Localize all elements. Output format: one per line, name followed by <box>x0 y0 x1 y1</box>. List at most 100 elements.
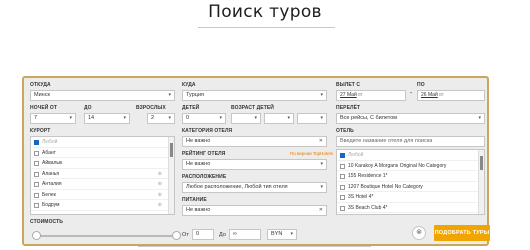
checkbox-icon[interactable] <box>34 140 39 145</box>
nights-from-select[interactable]: 7 ▾ <box>30 113 76 124</box>
scrollbar[interactable] <box>478 150 484 214</box>
child-age-3-select[interactable]: ▾ <box>297 113 327 124</box>
to-value: Турция <box>186 92 204 98</box>
checkbox-icon[interactable] <box>340 153 345 158</box>
currency-value: BYN <box>271 231 283 237</box>
date-to-field[interactable]: 26 Май вт <box>417 90 485 101</box>
list-item[interactable]: Белек ⊕ <box>31 190 174 201</box>
chevron-down-icon: ▾ <box>287 115 290 121</box>
checkbox-icon[interactable] <box>340 184 345 190</box>
scrollbar[interactable] <box>168 137 174 214</box>
checkbox-icon[interactable] <box>340 163 345 169</box>
resort-name: Любой <box>42 139 58 145</box>
category-select[interactable]: Не важно ✕ <box>182 136 327 147</box>
checkbox-icon[interactable] <box>340 205 345 211</box>
children-select[interactable]: 0 ▾ <box>182 113 226 124</box>
expand-icon[interactable]: ⊕ <box>158 190 162 201</box>
bottom-divider <box>138 246 371 247</box>
expand-icon[interactable]: ⊕ <box>158 200 162 211</box>
category-label: КАТЕГОРИЯ ОТЕЛЯ <box>182 128 233 134</box>
location-select[interactable]: Любое расположение, Любой тип отеля ▾ <box>182 182 327 193</box>
nights-to-select[interactable]: 14 ▾ <box>84 113 130 124</box>
adults-value: 2 <box>151 115 155 121</box>
price-to-input[interactable]: ∞ <box>229 229 261 240</box>
hotel-search-input[interactable]: Введите название отеля для поиска <box>336 136 485 147</box>
list-item[interactable]: Анталия ⊕ <box>31 179 174 190</box>
price-slider-max-handle[interactable] <box>172 231 181 240</box>
children-value: 0 <box>186 115 190 121</box>
adults-label: ВЗРОСЛЫХ <box>136 105 166 111</box>
search-tours-button[interactable]: ПОДОБРАТЬ ТУРЫ <box>434 225 490 241</box>
list-item[interactable]: 3S Beach Club 4* <box>337 203 484 213</box>
chevron-down-icon: ▾ <box>123 115 126 121</box>
reset-icon[interactable]: ⊗ <box>412 226 426 240</box>
price-from-value: 0 <box>196 231 200 237</box>
from-label: ОТКУДА <box>30 82 51 88</box>
tophotels-link[interactable]: По версии TopHotels <box>290 151 333 156</box>
list-item[interactable]: 3S Hotel 4* <box>337 192 484 203</box>
list-item[interactable]: Абант <box>31 148 174 158</box>
list-item[interactable]: Любой <box>31 137 174 148</box>
date-from-value: 27 Май <box>340 92 357 98</box>
date-to-weekday: вт <box>439 92 444 98</box>
close-icon[interactable]: ✕ <box>319 137 323 146</box>
list-item[interactable]: Аланья ⊕ <box>31 169 174 180</box>
list-item[interactable]: Айвалык <box>31 158 174 169</box>
children-label: ДЕТЕЙ <box>182 105 200 111</box>
adults-select[interactable]: 2 ▾ <box>147 113 175 124</box>
resort-name: Аланья <box>42 170 60 177</box>
checkbox-icon[interactable] <box>340 174 345 179</box>
list-item[interactable]: 1207 Boutique Hotel No Category <box>337 182 484 192</box>
flight-select[interactable]: Все рейсы, С билетом ▾ <box>336 113 485 124</box>
expand-icon[interactable]: ⊕ <box>158 179 162 190</box>
resort-list: Любой Абант Айвалык Аланья ⊕ Анталия ⊕ Бел… <box>30 136 175 215</box>
price-slider-min-handle[interactable] <box>32 231 41 240</box>
list-item[interactable]: 155 Residence 1* <box>337 171 484 182</box>
scrollbar-thumb[interactable] <box>480 156 483 170</box>
close-icon[interactable]: ✕ <box>319 206 323 215</box>
expand-icon[interactable]: ⊕ <box>158 169 162 180</box>
rating-select[interactable]: Не важно ▾ <box>182 159 327 170</box>
date-dash: - <box>410 90 413 97</box>
nights-to-value: 14 <box>88 115 95 121</box>
checkbox-icon[interactable] <box>34 161 39 166</box>
list-item[interactable]: Бодрум ⊕ <box>31 200 174 211</box>
price-slider-track[interactable] <box>38 235 178 237</box>
location-value: Любое расположение, Любой тип отеля <box>186 184 288 190</box>
resort-name: Анталия <box>42 181 62 187</box>
checkbox-icon[interactable] <box>340 195 345 200</box>
child-age-1-select[interactable]: ▾ <box>231 113 261 124</box>
to-select[interactable]: Турция ▾ <box>182 90 327 101</box>
hotel-label: ОТЕЛЬ <box>336 128 354 134</box>
rating-label: РЕЙТИНГ ОТЕЛЯ <box>182 151 226 157</box>
price-from-label: От <box>182 232 189 238</box>
checkbox-icon[interactable] <box>34 203 39 208</box>
price-to-label: До <box>219 232 227 238</box>
chevron-down-icon: ▾ <box>69 115 72 121</box>
resort-name: Айвалык <box>42 160 63 166</box>
date-to-value: 26 Май <box>421 92 438 98</box>
checkbox-icon[interactable] <box>34 192 39 198</box>
depart-label: ВЫЛЕТ С <box>336 82 361 88</box>
hotel-name: 3S Beach Club 4* <box>348 204 388 211</box>
chevron-down-icon: ▾ <box>320 115 323 121</box>
meal-select[interactable]: Не важно ✕ <box>182 205 327 216</box>
list-item[interactable]: 10 Karakoy A Morgans Original No Categor… <box>337 161 484 171</box>
currency-select[interactable]: BYN ▾ <box>267 229 297 240</box>
date-from-field[interactable]: 27 Май вт <box>336 90 406 101</box>
checkbox-icon[interactable] <box>34 150 39 156</box>
from-select[interactable]: Минск ▾ <box>30 90 175 101</box>
price-from-input[interactable]: 0 <box>192 229 214 240</box>
checkbox-icon[interactable] <box>34 182 39 187</box>
date-until-label: ПО <box>417 82 425 88</box>
chevron-down-icon: ▾ <box>320 161 323 167</box>
chevron-down-icon: ▾ <box>168 115 171 121</box>
chevron-down-icon: ▾ <box>168 92 171 98</box>
hotel-name: Любой <box>348 152 364 158</box>
list-item[interactable]: Любой <box>337 150 484 161</box>
checkbox-icon[interactable] <box>34 171 39 177</box>
from-value: Минск <box>34 92 50 98</box>
child-age-2-select[interactable]: ▾ <box>264 113 294 124</box>
hotel-search-placeholder: Введите название отеля для поиска <box>340 138 433 144</box>
scrollbar-thumb[interactable] <box>170 143 173 157</box>
